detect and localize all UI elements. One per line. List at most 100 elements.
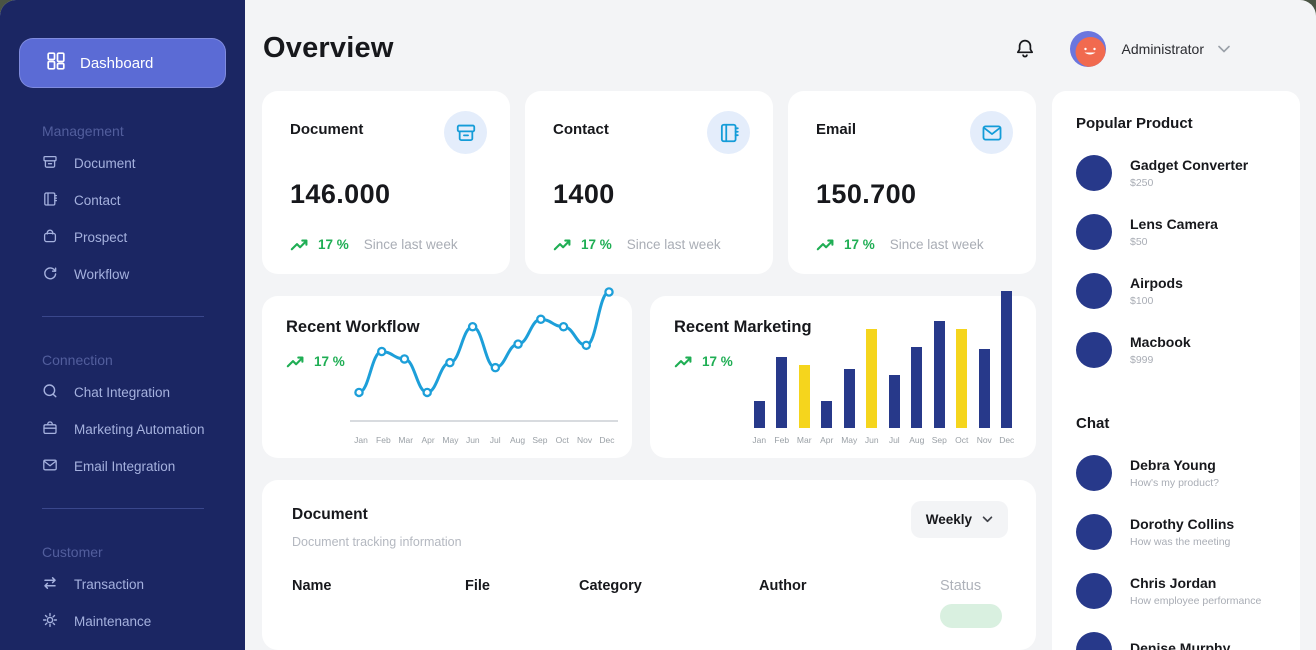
bar	[821, 401, 832, 428]
bell-icon[interactable]	[1014, 38, 1036, 60]
chat-item[interactable]: Denise Murphy	[1076, 632, 1276, 650]
line-chart	[350, 286, 618, 421]
bar	[776, 357, 787, 428]
product-avatar	[1076, 273, 1112, 309]
trend-up-icon	[674, 354, 693, 369]
prospect-bag-icon	[42, 228, 58, 247]
sidebar-item-label: Maintenance	[74, 614, 151, 629]
user-avatar[interactable]	[1070, 31, 1106, 67]
gear-icon	[42, 612, 58, 631]
line-marker	[605, 288, 612, 295]
bar	[799, 365, 810, 428]
x-tick-label: Apr	[417, 435, 439, 445]
stat-cards: Document 146.000 17 % Since last week	[262, 91, 1036, 274]
line-marker	[492, 364, 499, 371]
stat-trend: 17 % Since last week	[553, 237, 745, 252]
envelope-icon	[42, 457, 58, 476]
trend-up-icon	[816, 237, 835, 252]
trend-up-icon	[290, 237, 309, 252]
column-header: Name	[292, 578, 465, 594]
sidebar-item[interactable]: Prospect	[19, 219, 226, 256]
chat-item[interactable]: Dorothy Collins How was the meeting	[1076, 514, 1276, 550]
x-tick-label: Jun	[865, 435, 879, 445]
product-item[interactable]: Macbook $999	[1076, 332, 1276, 368]
bar	[934, 321, 945, 428]
chat-contact-name: Debra Young	[1130, 457, 1219, 473]
chevron-down-icon	[982, 516, 993, 523]
trend-note: Since last week	[364, 237, 458, 252]
dashboard-grid-icon	[47, 52, 65, 74]
sidebar-item[interactable]: Email Integration	[19, 448, 226, 485]
user-menu-label[interactable]: Administrator	[1122, 41, 1204, 57]
x-tick-label: Mar	[797, 435, 812, 445]
line-marker	[560, 323, 567, 330]
column-header-status: Status	[940, 578, 1006, 594]
sidebar-item-dashboard[interactable]: Dashboard	[19, 38, 226, 88]
column-header: File	[465, 578, 579, 594]
trend-percent: 17 %	[844, 237, 875, 252]
stat-card: Contact 1400 17 % Since last week	[525, 91, 773, 274]
sidebar-item[interactable]: Transaction	[19, 566, 226, 603]
stat-card-value: 150.700	[816, 179, 1008, 210]
right-panel: Popular Product Gadget Converter $250	[1052, 91, 1300, 650]
line-marker	[583, 342, 590, 349]
sidebar-item[interactable]: Marketing Automation	[19, 411, 226, 448]
bar-chart: JanFebMarAprMayJunJulAugSepOctNovDec	[748, 291, 1018, 445]
x-tick-label: Jan	[350, 435, 372, 445]
chat-contact-name: Dorothy Collins	[1130, 516, 1234, 532]
period-dropdown[interactable]: Weekly	[911, 501, 1008, 538]
product-name: Gadget Converter	[1130, 157, 1248, 173]
product-price: $999	[1130, 354, 1191, 366]
bar	[979, 349, 990, 428]
sidebar-item-label: Chat Integration	[74, 385, 170, 400]
sidebar-divider	[42, 316, 204, 317]
trend-percent: 17 %	[581, 237, 612, 252]
product-item[interactable]: Lens Camera $50	[1076, 214, 1276, 250]
sidebar-item[interactable]: Contact	[19, 182, 226, 219]
x-tick-label: Sep	[529, 435, 551, 445]
sidebar-item[interactable]: Chat Integration	[19, 374, 226, 411]
sidebar-item[interactable]: Document	[19, 145, 226, 182]
x-tick-label: Oct	[955, 435, 968, 445]
bar	[866, 329, 877, 428]
sidebar-item-label: Contact	[74, 193, 121, 208]
line-marker	[446, 359, 453, 366]
product-item[interactable]: Airpods $100	[1076, 273, 1276, 309]
chat-item[interactable]: Debra Young How's my product?	[1076, 455, 1276, 491]
x-tick-label: Aug	[507, 435, 529, 445]
chat-item[interactable]: Chris Jordan How employee performance	[1076, 573, 1276, 609]
table-header-row: Name File Category Author Status	[292, 578, 1006, 594]
trend-up-icon	[286, 354, 305, 369]
briefcase-icon	[42, 420, 58, 439]
envelope-icon	[970, 111, 1013, 154]
status-badge	[940, 604, 1002, 628]
workflow-refresh-icon	[42, 265, 58, 284]
bar	[1001, 291, 1012, 428]
line-marker	[514, 340, 521, 347]
x-tick-label: May	[439, 435, 461, 445]
x-tick-label: Nov	[977, 435, 992, 445]
product-price: $100	[1130, 295, 1183, 307]
chevron-down-icon[interactable]	[1218, 45, 1230, 53]
bar	[889, 375, 900, 428]
sidebar-item[interactable]: Workflow	[19, 256, 226, 293]
chat-avatar	[1076, 573, 1112, 609]
product-list: Gadget Converter $250 Lens Camera $50	[1076, 155, 1276, 368]
app-window: Dashboard Management Document	[0, 0, 1316, 650]
content-row: Document 146.000 17 % Since last week	[262, 91, 1300, 650]
sidebar: Dashboard Management Document	[0, 0, 245, 650]
x-tick-label: Apr	[820, 435, 833, 445]
product-item[interactable]: Gadget Converter $250	[1076, 155, 1276, 191]
sidebar-item[interactable]: Maintenance	[19, 603, 226, 640]
main-area: Overview Administrator	[245, 0, 1316, 650]
product-avatar	[1076, 332, 1112, 368]
stat-trend: 17 % Since last week	[816, 237, 1008, 252]
chat-last-message: How employee performance	[1130, 595, 1261, 607]
x-tick-label: Oct	[551, 435, 573, 445]
trend-percent: 17 %	[314, 354, 345, 369]
line-marker	[537, 316, 544, 323]
sidebar-item-label: Transaction	[74, 577, 144, 592]
x-axis-labels: JanFebMarAprMayJunJulAugSepOctNovDec	[350, 435, 618, 445]
chat-avatar	[1076, 455, 1112, 491]
x-tick-label: May	[841, 435, 857, 445]
